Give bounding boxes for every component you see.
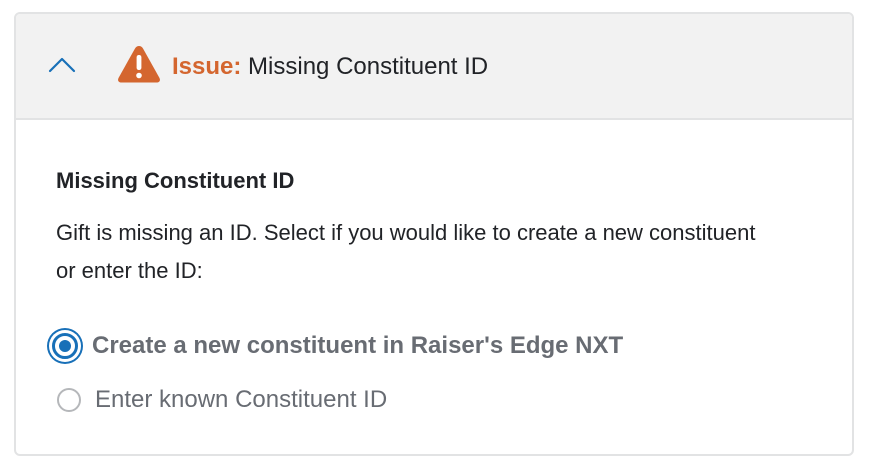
issue-card: Issue: Missing Constituent ID Missing Co… <box>14 12 854 456</box>
radio-button-unselected[interactable] <box>57 388 81 412</box>
radio-button-selected[interactable] <box>52 333 78 359</box>
option-enter-known-id[interactable]: Enter known Constituent ID <box>50 384 387 416</box>
chevron-up-icon[interactable] <box>44 52 80 78</box>
issue-label: Issue: <box>172 53 242 80</box>
warning-triangle-icon <box>116 43 162 85</box>
issue-description: Gift is missing an ID. Select if you wou… <box>56 220 756 283</box>
option-label[interactable]: Enter known Constituent ID <box>95 384 387 416</box>
option-create-new-constituent[interactable]: Create a new constituent in Raiser's Edg… <box>50 330 623 362</box>
issue-text: Missing Constituent ID <box>248 53 489 80</box>
section-title: Missing Constituent ID <box>56 168 295 193</box>
option-label[interactable]: Create a new constituent in Raiser's Edg… <box>92 330 623 362</box>
issue-header[interactable]: Issue: Missing Constituent ID <box>16 14 852 120</box>
issue-title: Issue: Missing Constituent ID <box>172 52 488 82</box>
